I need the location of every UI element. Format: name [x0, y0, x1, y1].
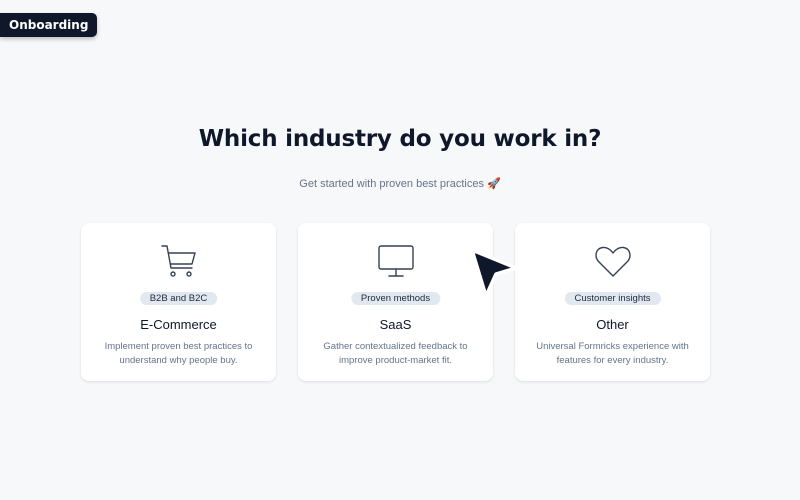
- heart-icon: [594, 246, 631, 277]
- industry-card-other[interactable]: Customer insights Other Universal Formri…: [515, 223, 710, 381]
- mouse-cursor-icon: [470, 248, 518, 298]
- card-tag: Proven methods: [350, 292, 441, 305]
- card-description: Gather contextualized feedback to improv…: [323, 341, 468, 366]
- monitor-icon: [377, 245, 414, 277]
- shopping-cart-icon: [160, 245, 196, 277]
- card-title: SaaS: [379, 317, 412, 332]
- onboarding-badge: Onboarding: [0, 13, 98, 37]
- card-description: Implement proven best practices to under…: [104, 341, 253, 366]
- card-tag: B2B and B2C: [139, 292, 218, 305]
- card-title: Other: [596, 317, 629, 332]
- industry-options: B2B and B2C E-Commerce Implement proven …: [81, 223, 710, 381]
- industry-card-ecommerce[interactable]: B2B and B2C E-Commerce Implement proven …: [81, 223, 276, 381]
- card-description: Universal Formricks experience with feat…: [536, 341, 689, 366]
- page-title: Which industry do you work in?: [198, 126, 602, 152]
- card-title: E-Commerce: [140, 317, 217, 332]
- page-subtitle: Get started with proven best practices 🚀: [299, 178, 501, 190]
- industry-card-saas[interactable]: Proven methods SaaS Gather contextualize…: [298, 223, 493, 381]
- card-tag: Customer insights: [564, 292, 661, 305]
